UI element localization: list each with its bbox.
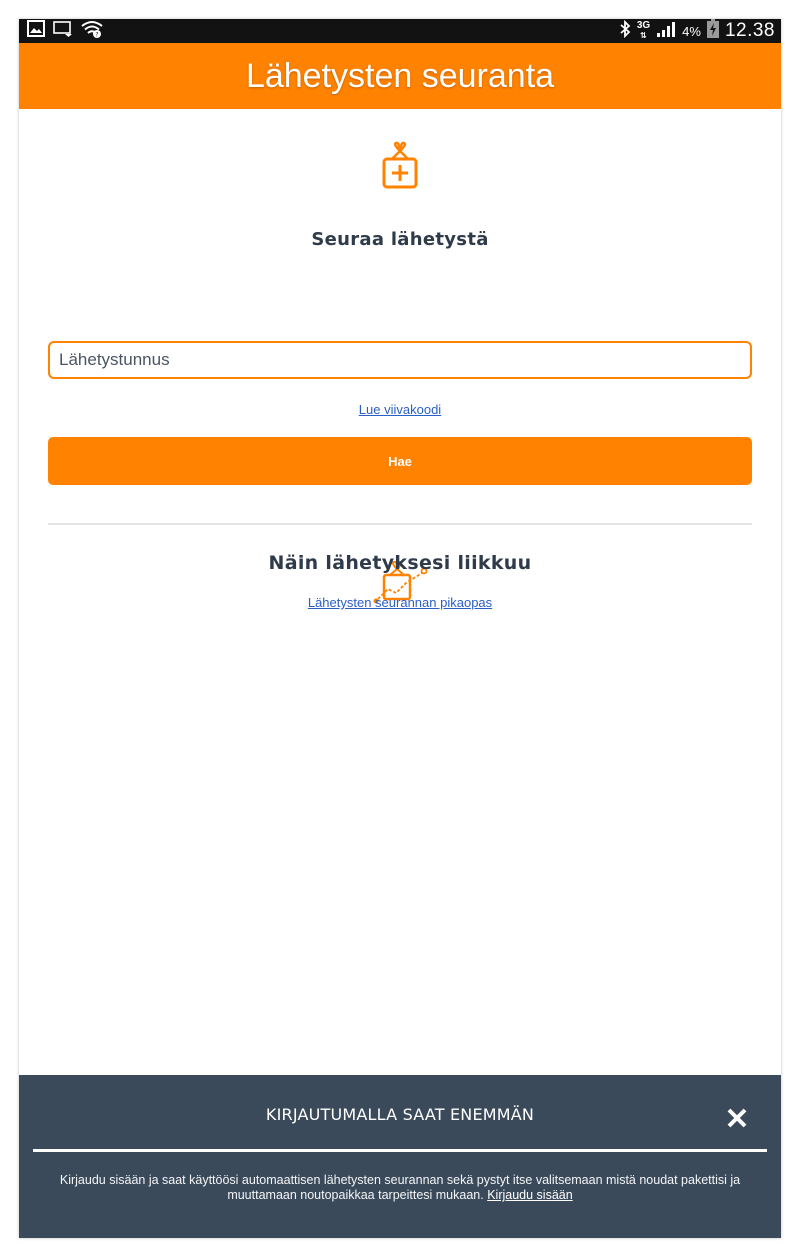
scan-barcode-link[interactable]: Lue viivakoodi xyxy=(19,402,781,417)
status-bar-right: 3G ⇅ 4% 12.38 xyxy=(619,19,775,43)
bluetooth-icon xyxy=(619,19,631,43)
status-bar-left: ? xyxy=(27,20,103,43)
guide-title: Näin lähetyksesi liikkuu xyxy=(268,552,532,574)
status-bar: ? 3G ⇅ 4% 12.38 xyxy=(19,19,781,43)
app-header: Lähetysten seuranta xyxy=(19,43,781,109)
battery-charging-icon xyxy=(706,19,719,43)
svg-text:?: ? xyxy=(95,31,98,38)
wifi-icon: ? xyxy=(81,20,103,43)
login-banner: KIRJAUTUMALLA SAAT ENEMMÄN Kirjaudu sisä… xyxy=(19,1075,781,1238)
section-divider xyxy=(48,523,752,525)
banner-divider xyxy=(33,1149,767,1152)
quick-guide-link[interactable]: Lähetysten seurannan pikaopas xyxy=(19,595,781,610)
page-title: Lähetysten seuranta xyxy=(245,56,555,95)
battery-percent: 4% xyxy=(682,23,701,39)
gallery-icon xyxy=(27,20,45,42)
search-button[interactable]: Hae xyxy=(48,437,752,485)
tracking-code-input[interactable] xyxy=(48,341,752,379)
login-link[interactable]: Kirjaudu sisään xyxy=(487,1188,572,1202)
network-type: 3G ⇅ xyxy=(636,20,651,41)
clock: 12.38 xyxy=(724,20,775,41)
cast-icon xyxy=(53,20,73,42)
app-frame: ? 3G ⇅ 4% 12.38 Lähetysten seuranta Seur… xyxy=(19,19,781,1238)
signal-icon xyxy=(656,21,676,42)
track-icon-wrap xyxy=(19,141,781,196)
close-icon[interactable] xyxy=(725,1106,749,1130)
track-title: Seuraa lähetystä xyxy=(311,229,489,250)
package-add-icon xyxy=(380,141,420,196)
banner-title: KIRJAUTUMALLA SAAT ENEMMÄN xyxy=(265,1105,535,1124)
banner-description: Kirjaudu sisään ja saat käyttöösi automa… xyxy=(59,1173,741,1202)
banner-text: Kirjaudu sisään ja saat käyttöösi automa… xyxy=(37,1173,763,1203)
